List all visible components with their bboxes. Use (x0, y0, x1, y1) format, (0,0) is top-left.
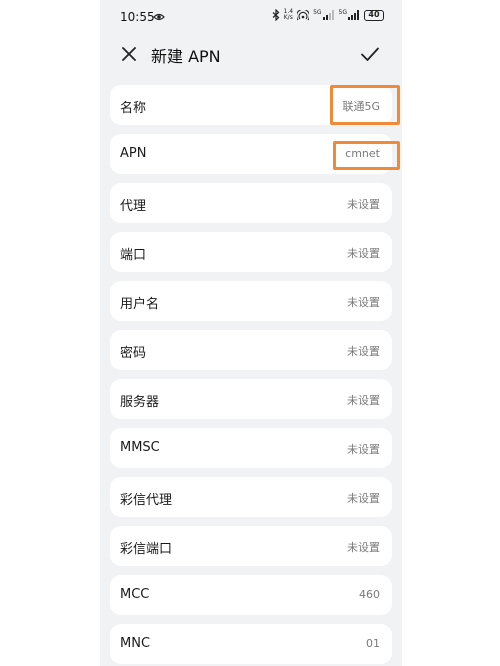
row-label: APN (120, 146, 147, 161)
apn-row-mcc[interactable]: MCC 460 (110, 575, 392, 615)
row-value: 未设置 (347, 443, 380, 456)
row-value: 未设置 (347, 247, 380, 260)
row-label: MNC (120, 636, 151, 651)
apn-row-apn[interactable]: APN cmnet (110, 134, 392, 174)
status-time: 10:55 (120, 10, 155, 24)
row-value: 未设置 (347, 198, 380, 211)
row-value: 未设置 (347, 541, 380, 554)
eye-icon (153, 13, 165, 21)
row-value: cmnet (345, 147, 380, 160)
row-label: 彩信代理 (120, 493, 173, 508)
apn-row-mnc[interactable]: MNC 01 (110, 624, 392, 664)
bluetooth-icon (272, 9, 279, 21)
signal-bars-icon (322, 10, 334, 20)
apn-row-port[interactable]: 端口 未设置 (110, 232, 392, 272)
apn-row-password[interactable]: 密码 未设置 (110, 330, 392, 370)
row-label: 名称 (120, 101, 147, 116)
page-title: 新建 APN (151, 47, 221, 66)
title-bar: 新建 APN (100, 34, 402, 74)
row-label: 端口 (120, 248, 147, 263)
apn-row-mms-proxy[interactable]: 彩信代理 未设置 (110, 477, 392, 517)
close-icon[interactable] (118, 43, 140, 65)
row-label: 用户名 (120, 297, 160, 312)
row-value: 联通5G (342, 100, 380, 113)
signal-bars-icon (348, 10, 359, 20)
row-value: 01 (366, 637, 380, 650)
apn-row-username[interactable]: 用户名 未设置 (110, 281, 392, 321)
apn-row-mms-port[interactable]: 彩信端口 未设置 (110, 526, 392, 566)
row-value: 未设置 (347, 345, 380, 358)
row-label: 密码 (120, 346, 147, 361)
apn-row-proxy[interactable]: 代理 未设置 (110, 183, 392, 223)
row-label: 服务器 (120, 395, 160, 410)
signal-1: 5G (313, 10, 334, 20)
apn-row-server[interactable]: 服务器 未设置 (110, 379, 392, 419)
hotspot-icon (297, 9, 310, 20)
row-label: 代理 (120, 199, 147, 214)
check-icon[interactable] (358, 42, 382, 66)
status-bar: 10:55 1.4 K/s 5G 5G 40 (100, 0, 402, 34)
row-label: MMSC (120, 440, 160, 455)
row-value: 未设置 (347, 394, 380, 407)
row-label: 彩信端口 (120, 542, 173, 557)
status-icons: 1.4 K/s 5G 5G 40 (272, 9, 384, 21)
network-speed: 1.4 K/s (283, 8, 294, 21)
row-value: 未设置 (347, 492, 380, 505)
row-label: MCC (120, 587, 150, 602)
phone-screen: 10:55 1.4 K/s 5G 5G 40 新建 APN 名称 联通5G AP… (100, 0, 402, 666)
row-value: 未设置 (347, 296, 380, 309)
row-value: 460 (359, 588, 380, 601)
battery-icon: 40 (364, 9, 384, 21)
apn-row-name[interactable]: 名称 联通5G (110, 85, 392, 125)
apn-row-mmsc[interactable]: MMSC 未设置 (110, 428, 392, 468)
signal-2: 5G (339, 10, 360, 20)
